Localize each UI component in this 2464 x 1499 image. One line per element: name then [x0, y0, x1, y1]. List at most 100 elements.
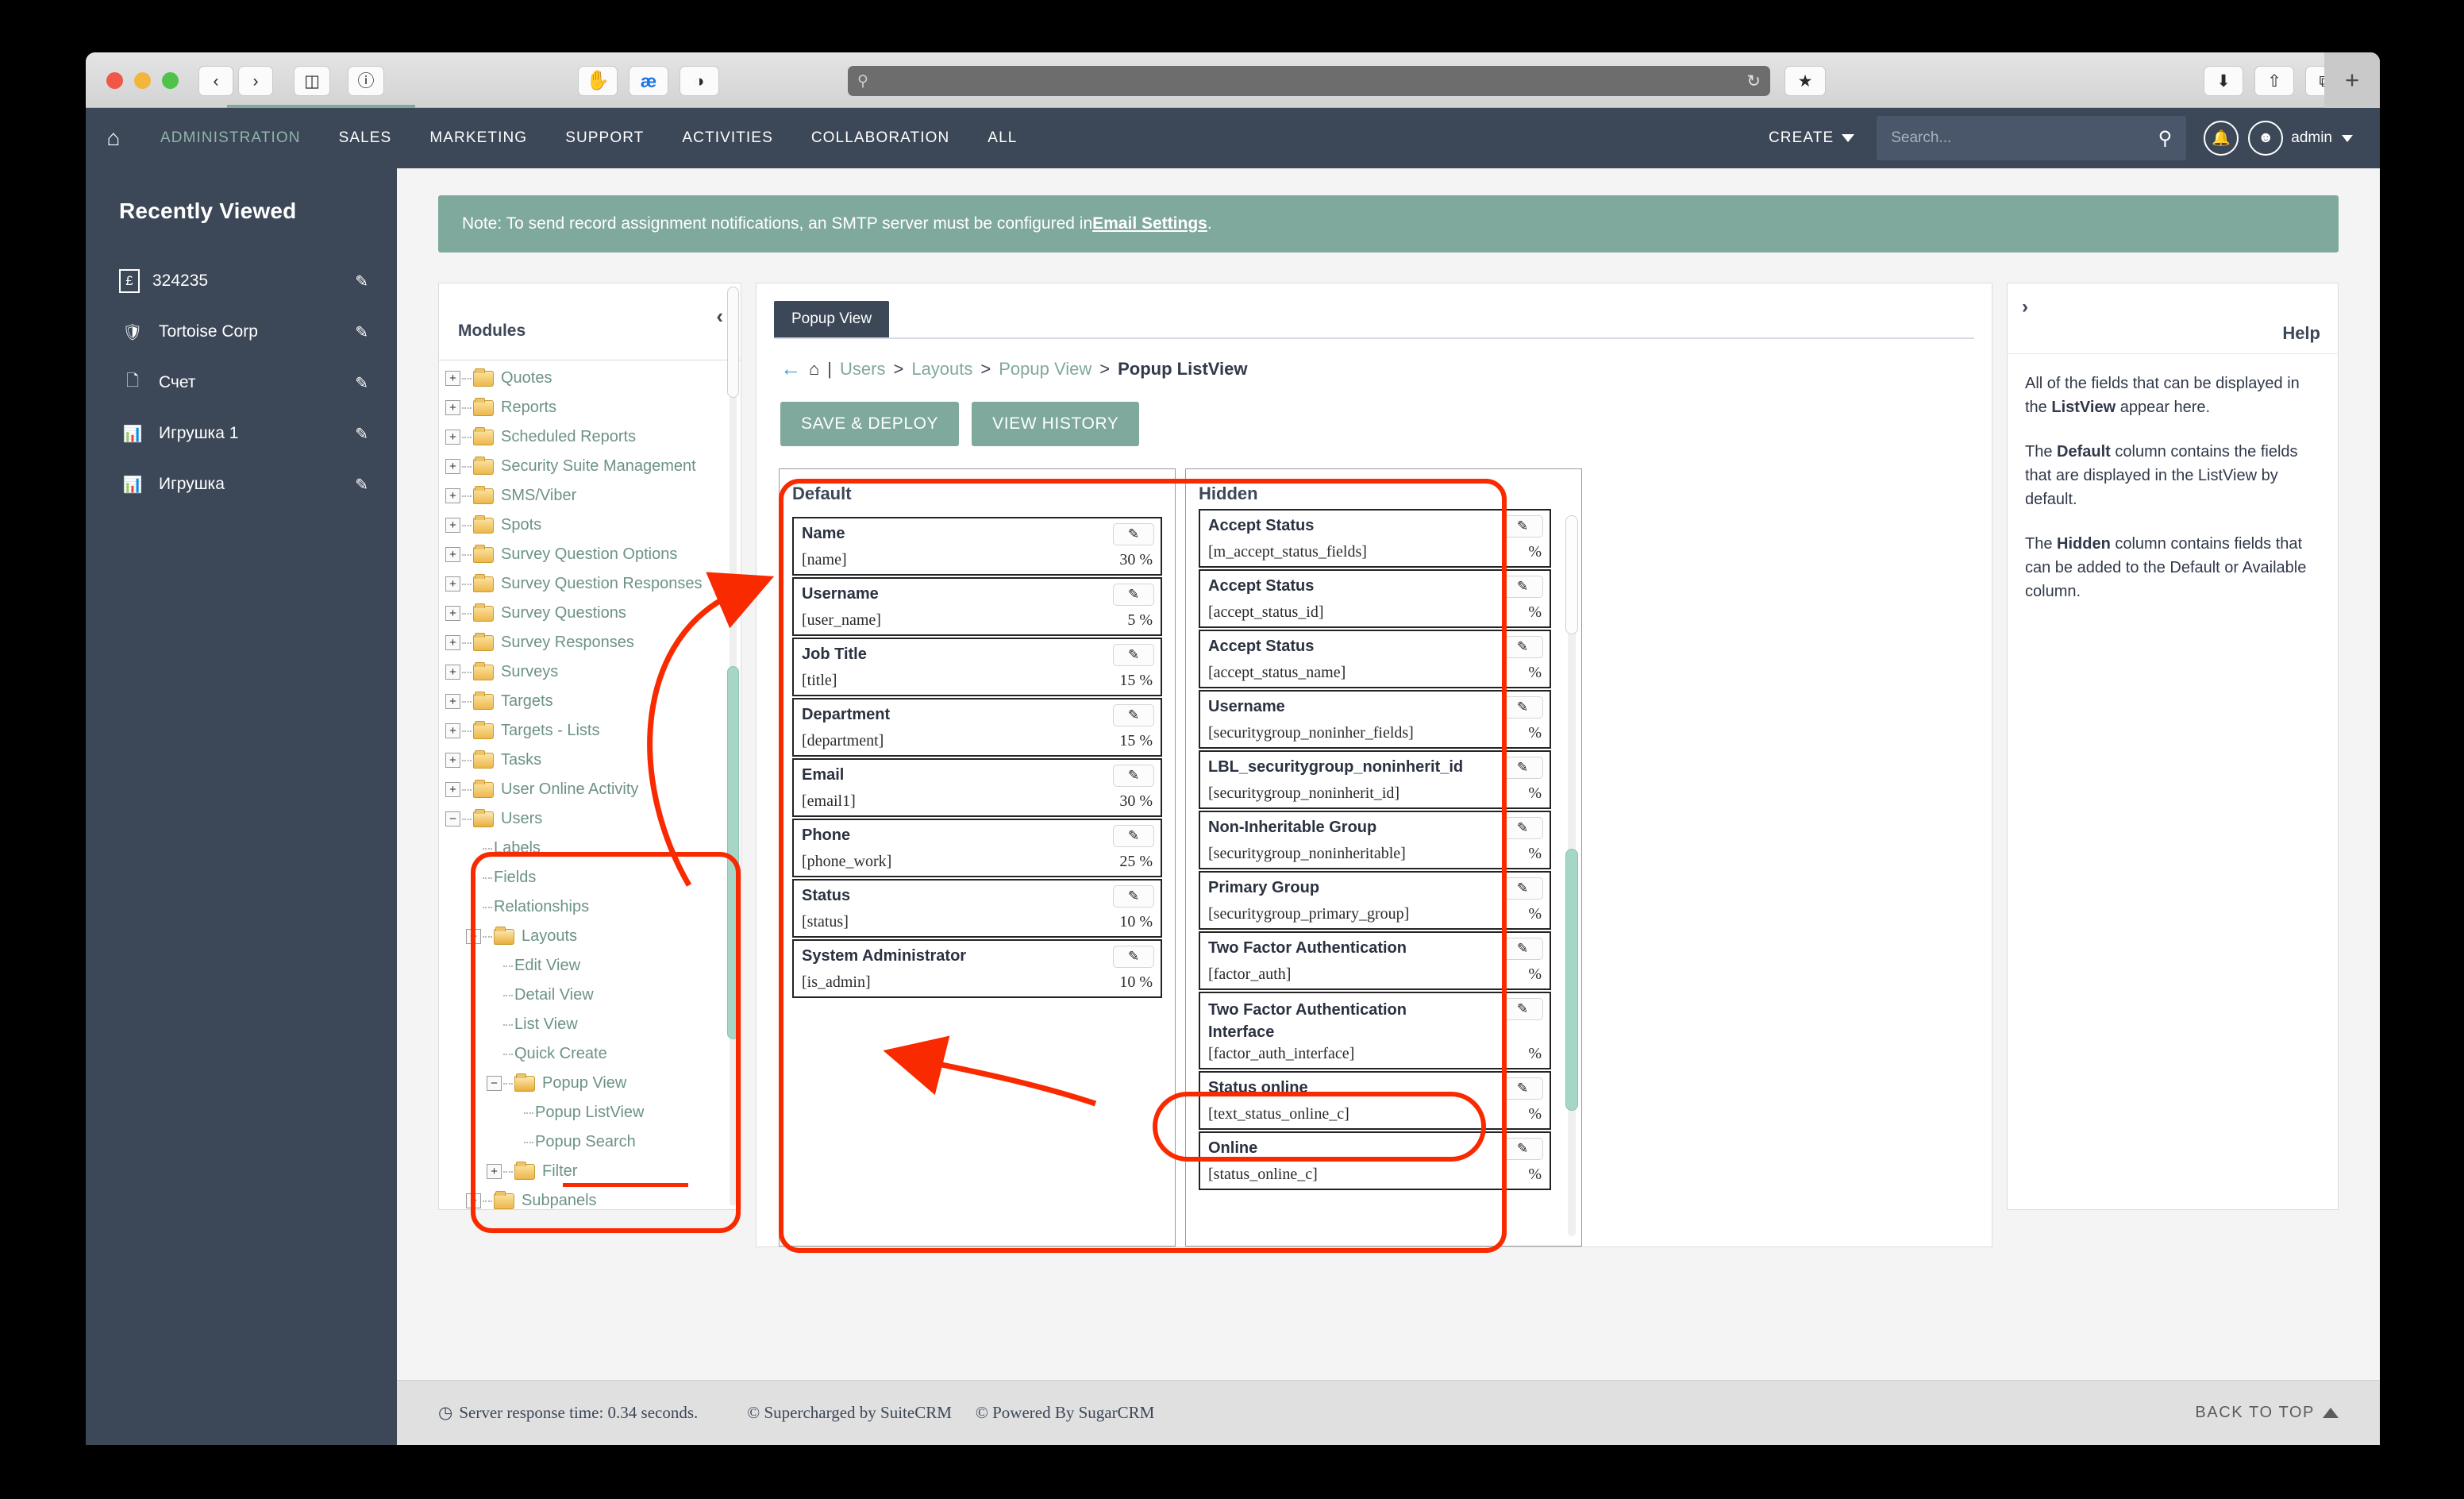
tree-node-surveys[interactable]: + Surveys [445, 657, 741, 687]
edit-icon[interactable]: ✎ [1502, 757, 1543, 779]
tree-toggle-icon[interactable]: + [445, 400, 460, 415]
edit-icon[interactable]: ✎ [1502, 817, 1543, 839]
nav-item-marketing[interactable]: MARKETING [410, 129, 546, 147]
nav-item-activities[interactable]: ACTIVITIES [663, 129, 791, 147]
modules-tree-scrollbar[interactable] [727, 287, 739, 1206]
tree-toggle-icon[interactable]: + [445, 723, 460, 738]
back-to-top-button[interactable]: BACK TO TOP [2195, 1404, 2339, 1422]
edit-icon[interactable]: ✎ [1502, 938, 1543, 960]
tree-node-survey-question-responses[interactable]: + Survey Question Responses [445, 569, 741, 599]
edit-icon[interactable]: ✎ [1502, 1138, 1543, 1160]
field-row[interactable]: Accept Status [accept_status_id]% ✎ [1199, 569, 1551, 628]
tree-node-sms-viber[interactable]: + SMS/Viber [445, 481, 741, 511]
field-row[interactable]: LBL_securitygroup_noninherit_id [security… [1199, 750, 1551, 809]
home-icon[interactable]: ⌂ [809, 359, 819, 380]
minimize-window-button[interactable] [134, 72, 151, 89]
chevron-down-icon[interactable] [2342, 134, 2353, 142]
edit-icon[interactable]: ✎ [1502, 576, 1543, 598]
default-column[interactable]: Default Name [name] 30 % ✎ Username [user_nam… [779, 468, 1176, 1247]
edit-icon[interactable]: ✎ [1113, 644, 1154, 666]
scrollbar-thumb[interactable] [1565, 849, 1578, 1111]
nav-item-all[interactable]: ALL [968, 129, 1036, 147]
tree-node-quick-create[interactable]: Quick Create [445, 1039, 741, 1069]
tree-node-survey-question-options[interactable]: + Survey Question Options [445, 540, 741, 569]
tree-toggle-icon[interactable]: − [487, 1076, 502, 1091]
tree-node-quotes[interactable]: + Quotes [445, 364, 741, 393]
tree-toggle-icon[interactable]: − [445, 811, 460, 827]
tree-node-layouts[interactable]: − Layouts [445, 922, 741, 951]
tree-toggle-icon[interactable]: + [445, 753, 460, 768]
edit-icon[interactable]: ✎ [355, 424, 368, 444]
hidden-column[interactable]: Hidden Accept Status [m_accept_status_fie… [1185, 468, 1582, 1247]
list-item[interactable]: 🗋 Счет ✎ [86, 357, 397, 408]
field-row[interactable]: System Administrator [is_admin] 10 % ✎ [792, 939, 1162, 998]
edit-icon[interactable]: ✎ [1502, 515, 1543, 538]
field-row[interactable]: Username [user_name] 5 % ✎ [792, 577, 1162, 636]
breadcrumb-item-popup-view[interactable]: Popup View [999, 359, 1091, 380]
view-history-button[interactable]: VIEW HISTORY [972, 402, 1140, 446]
tree-node-popup-search[interactable]: Popup Search [445, 1127, 741, 1157]
nav-item-collaboration[interactable]: COLLABORATION [792, 129, 968, 147]
edit-icon[interactable]: ✎ [355, 475, 368, 495]
scrollbar-thumb-upper[interactable] [1565, 515, 1578, 634]
field-row[interactable]: Online [status_online_c]% ✎ [1199, 1131, 1551, 1190]
edit-icon[interactable]: ✎ [355, 272, 368, 291]
tree-node-relationships[interactable]: Relationships [445, 892, 741, 922]
edit-icon[interactable]: ✎ [1113, 825, 1154, 847]
field-row[interactable]: Name [name] 30 % ✎ [792, 517, 1162, 576]
new-tab-button[interactable]: + [2324, 52, 2380, 108]
nav-item-support[interactable]: SUPPORT [546, 129, 663, 147]
tree-toggle-icon[interactable]: + [445, 518, 460, 533]
list-item[interactable]: 🛡 Tortoise Corp ✎ [86, 306, 397, 357]
tab-popup-view[interactable]: Popup View [774, 301, 890, 337]
shield-icon[interactable]: ◑ [680, 66, 719, 96]
breadcrumb-item-users[interactable]: Users [840, 359, 885, 380]
tree-node-filter[interactable]: + Filter [445, 1157, 741, 1186]
create-menu-button[interactable]: CREATE [1769, 129, 1855, 147]
tree-node-popup-view[interactable]: − Popup View [445, 1069, 741, 1098]
hidden-column-scrollbar[interactable] [1565, 515, 1578, 1236]
window-controls[interactable] [106, 72, 179, 89]
email-settings-link[interactable]: Email Settings [1092, 214, 1207, 233]
edit-icon[interactable]: ✎ [1502, 1077, 1543, 1100]
tree-node-scheduled-reports[interactable]: + Scheduled Reports [445, 422, 741, 452]
forward-icon[interactable]: › [238, 66, 273, 96]
tree-toggle-icon[interactable]: − [466, 929, 481, 944]
field-row[interactable]: Status online [text_status_online_c]% ✎ [1199, 1071, 1551, 1130]
field-row[interactable]: Two Factor Authentication Interface [fact… [1199, 992, 1551, 1069]
edit-icon[interactable]: ✎ [1113, 765, 1154, 787]
save-and-deploy-button[interactable]: SAVE & DEPLOY [780, 402, 960, 446]
collapse-icon[interactable]: ‹ [716, 304, 723, 329]
tree-toggle-icon[interactable]: + [445, 576, 460, 592]
tree-toggle-icon[interactable]: + [445, 459, 460, 474]
tree-node-reports[interactable]: + Reports [445, 393, 741, 422]
edit-icon[interactable]: ✎ [1502, 877, 1543, 900]
tree-toggle-icon[interactable]: + [445, 665, 460, 680]
list-item[interactable]: £ 324235 ✎ [86, 256, 397, 306]
tree-node-survey-responses[interactable]: + Survey Responses [445, 628, 741, 657]
tree-node-users[interactable]: − Users [445, 804, 741, 834]
back-arrow-icon[interactable]: ← [780, 356, 801, 381]
list-item[interactable]: 📊 Игрушка 1 ✎ [86, 408, 397, 459]
edit-icon[interactable]: ✎ [1113, 885, 1154, 907]
tree-node-user-online-activity[interactable]: + User Online Activity [445, 775, 741, 804]
list-item[interactable]: 📊 Игрушка ✎ [86, 459, 397, 510]
tree-toggle-icon[interactable]: + [445, 606, 460, 621]
tree-toggle-icon[interactable]: + [445, 694, 460, 709]
field-row[interactable]: Email [email1] 30 % ✎ [792, 758, 1162, 817]
tree-node-fields[interactable]: Fields [445, 863, 741, 892]
field-row[interactable]: Job Title [title] 15 % ✎ [792, 638, 1162, 696]
tree-toggle-icon[interactable]: + [445, 782, 460, 797]
tree-toggle-icon[interactable]: + [445, 547, 460, 562]
nav-item-sales[interactable]: SALES [320, 129, 411, 147]
reload-icon[interactable]: ↻ [1746, 71, 1761, 91]
scrollbar-thumb[interactable] [727, 666, 739, 1039]
search-icon[interactable]: ⚲ [2158, 127, 2173, 150]
modules-tree-scroll[interactable]: + Quotes + Reports + Scheduled Reports + Securi… [439, 360, 741, 1209]
tree-node-edit-view[interactable]: Edit View [445, 951, 741, 981]
field-row[interactable]: Accept Status [m_accept_status_fields]% ✎ [1199, 509, 1551, 568]
ae-icon[interactable]: æ [629, 66, 668, 96]
expand-icon[interactable]: › [2022, 296, 2028, 318]
tree-node-subpanels[interactable]: + Subpanels [445, 1186, 741, 1209]
tree-toggle-icon[interactable]: + [487, 1164, 502, 1179]
